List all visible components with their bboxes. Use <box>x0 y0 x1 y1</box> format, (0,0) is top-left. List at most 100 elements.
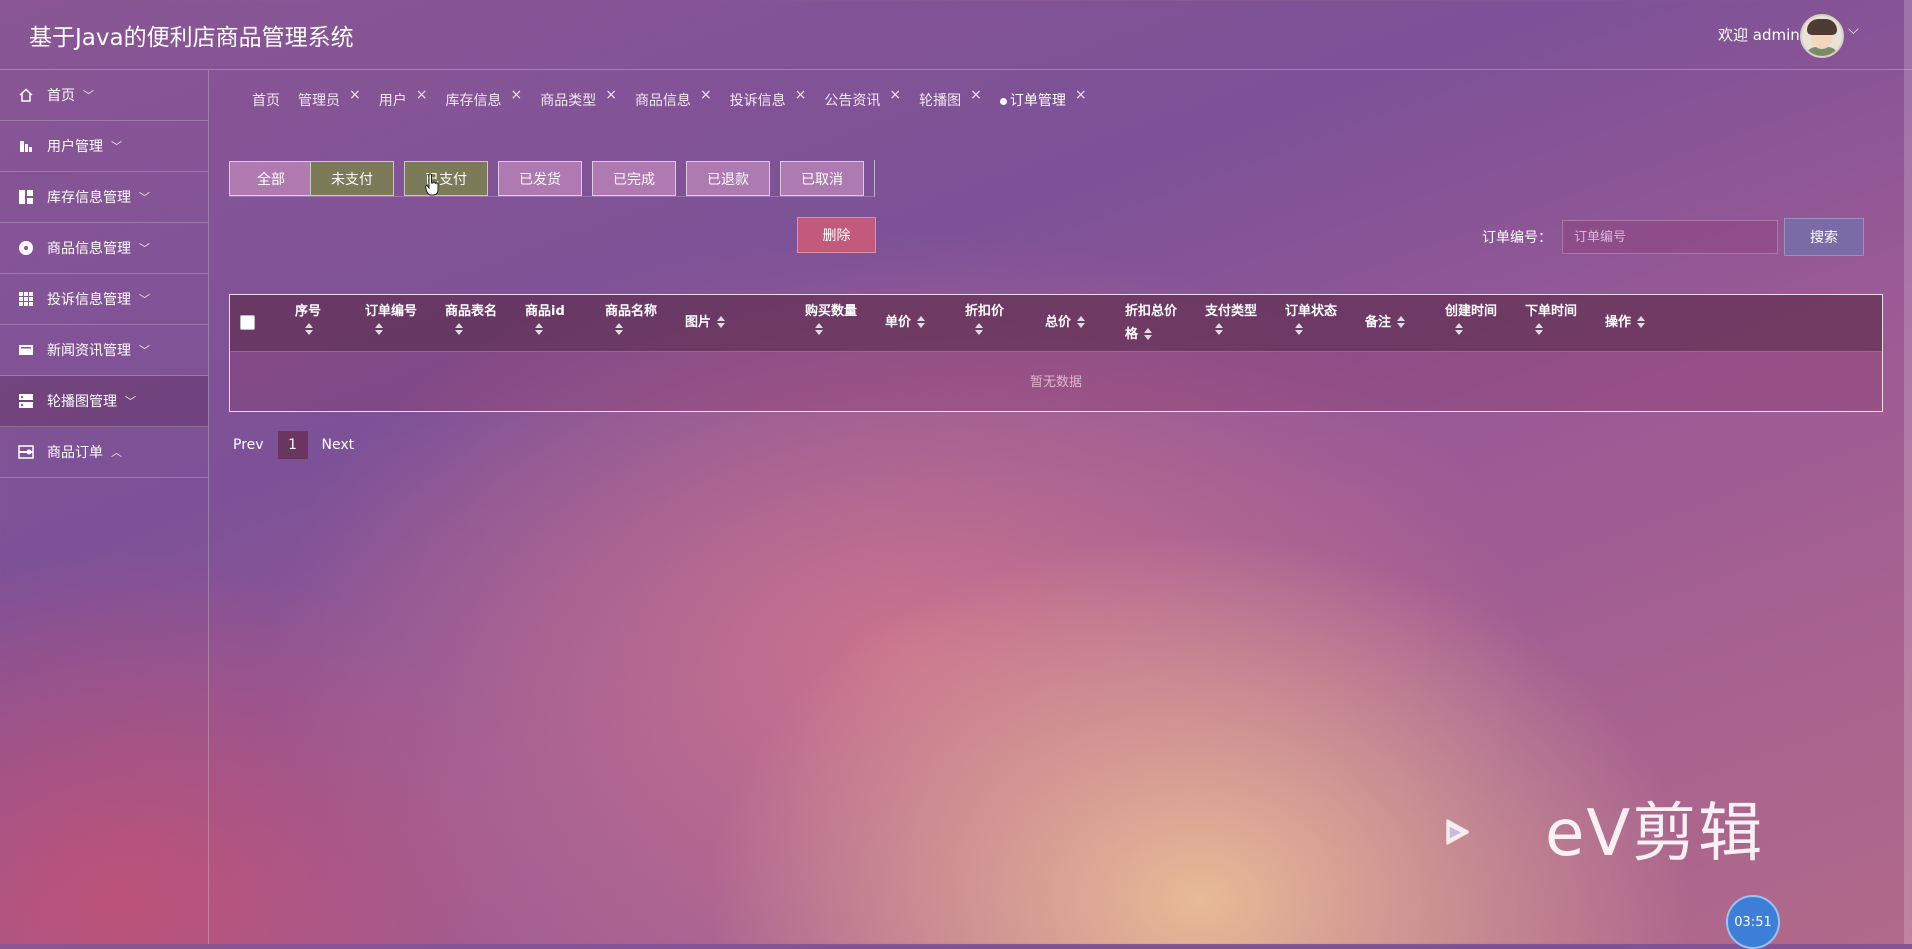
filter-cancelled-button[interactable]: 已取消 <box>780 161 864 196</box>
tab-product-types[interactable]: 商品类型 × <box>540 88 617 110</box>
app-title: 基于Java的便利店商品管理系统 <box>29 25 354 51</box>
sort-icon <box>375 323 383 336</box>
filter-all-button[interactable]: 全部 <box>229 161 313 196</box>
close-icon[interactable]: × <box>349 88 361 102</box>
column-header-order-time[interactable]: 下单时间 <box>1525 300 1577 336</box>
chevron-down-icon[interactable]: ⌵ <box>1848 22 1859 38</box>
sidebar-item-label: 用户管理 <box>47 139 103 155</box>
table-header: 序号 订单编号 商品表名 商品id 商品名称 图片 购买数量 单价 折扣价 总价… <box>230 295 1882 352</box>
next-page-button[interactable]: Next <box>322 437 355 453</box>
delete-button[interactable]: 删除 <box>797 217 876 253</box>
sidebar-item-inventory[interactable]: 库存信息管理 ﹀ <box>0 172 208 223</box>
column-header-total-price[interactable]: 总价 <box>1045 311 1086 334</box>
sort-icon <box>305 323 313 336</box>
column-header-payment-type[interactable]: 支付类型 <box>1205 300 1257 336</box>
column-header-remarks[interactable]: 备注 <box>1365 311 1406 334</box>
chevron-up-icon: ︿ <box>111 446 122 459</box>
chevron-down-icon: ﹀ <box>139 191 150 204</box>
column-header-actions[interactable]: 操作 <box>1605 311 1646 334</box>
tab-announcements[interactable]: 公告资讯 × <box>824 88 901 110</box>
orders-table: 序号 订单编号 商品表名 商品id 商品名称 图片 购买数量 单价 折扣价 总价… <box>229 294 1883 412</box>
top-header: 基于Java的便利店商品管理系统 欢迎 admin ⌵ <box>0 0 1912 70</box>
order-number-input[interactable] <box>1562 220 1778 254</box>
prev-page-button[interactable]: Prev <box>233 437 264 453</box>
close-icon[interactable]: × <box>889 88 901 102</box>
close-icon[interactable]: × <box>795 88 807 102</box>
close-icon[interactable]: × <box>970 88 982 102</box>
column-header-unit-price[interactable]: 单价 <box>885 311 926 334</box>
sort-icon <box>1535 323 1543 336</box>
sort-icon <box>455 323 463 336</box>
close-icon[interactable]: × <box>510 88 522 102</box>
filter-completed-button[interactable]: 已完成 <box>592 161 676 196</box>
column-header-order-number[interactable]: 订单编号 <box>365 300 417 336</box>
tab-complaints[interactable]: 投诉信息 × <box>730 88 807 110</box>
filter-shipped-button[interactable]: 已发货 <box>498 161 582 196</box>
search-button[interactable]: 搜索 <box>1784 218 1864 256</box>
filter-paid-button[interactable]: 已支付 <box>404 161 488 196</box>
sort-icon <box>1397 316 1406 329</box>
close-icon[interactable]: × <box>605 88 617 102</box>
sidebar-item-home[interactable]: 首页 ﹀ <box>0 70 208 121</box>
chevron-down-icon: ﹀ <box>111 140 122 153</box>
news-icon <box>17 341 35 359</box>
sidebar-item-label: 新闻资讯管理 <box>47 343 131 359</box>
sidebar-item-complaints[interactable]: 投诉信息管理 ﹀ <box>0 274 208 325</box>
chevron-down-icon: ﹀ <box>139 293 150 306</box>
column-header-order-status[interactable]: 订单状态 <box>1285 300 1337 336</box>
sidebar-item-orders[interactable]: 商品订单 ︿ <box>0 427 208 478</box>
column-header-quantity[interactable]: 购买数量 <box>805 300 857 336</box>
tab-label: 库存信息 <box>445 93 502 109</box>
sidebar-item-label: 库存信息管理 <box>47 190 131 206</box>
tab-label: 投诉信息 <box>729 93 786 109</box>
users-chart-icon <box>17 137 35 155</box>
search-label: 订单编号： <box>1482 230 1552 246</box>
tab-orders[interactable]: 订单管理 × <box>999 88 1087 110</box>
tab-label: 商品类型 <box>540 93 597 109</box>
sidebar-item-label: 轮播图管理 <box>47 394 117 410</box>
close-icon[interactable]: × <box>1075 88 1087 102</box>
tab-label: 用户 <box>378 93 407 109</box>
pagination: Prev 1 Next <box>233 431 354 459</box>
sort-icon <box>1295 323 1303 336</box>
sidebar-item-news[interactable]: 新闻资讯管理 ﹀ <box>0 325 208 376</box>
chevron-down-icon: ﹀ <box>83 89 94 102</box>
column-header-product-name[interactable]: 商品名称 <box>605 300 657 336</box>
tab-inventory[interactable]: 库存信息 × <box>445 88 522 110</box>
circle-dot-icon <box>17 239 35 257</box>
tab-label: 轮播图 <box>919 93 962 109</box>
tab-home[interactable]: 首页 <box>252 88 280 110</box>
close-icon[interactable]: × <box>700 88 712 102</box>
page-number-button[interactable]: 1 <box>277 431 308 459</box>
sort-icon <box>1144 328 1153 341</box>
column-header-product-id[interactable]: 商品id <box>525 300 565 336</box>
tab-admin[interactable]: 管理员 × <box>298 88 361 110</box>
tab-bar: 首页 管理员 × 用户 × 库存信息 × 商品类型 × 商品信息 × 投诉信息 … <box>252 88 1105 110</box>
tab-products[interactable]: 商品信息 × <box>635 88 712 110</box>
column-header-discount-price[interactable]: 折扣价 <box>965 300 1004 336</box>
column-header-image[interactable]: 图片 <box>685 311 726 334</box>
filter-unpaid-button[interactable]: 未支付 <box>310 161 394 196</box>
column-header-created-time[interactable]: 创建时间 <box>1445 300 1497 336</box>
column-header-discount-total[interactable]: 折扣总价格 <box>1125 300 1177 346</box>
column-header-table-name[interactable]: 商品表名 <box>445 300 497 336</box>
sidebar-item-products[interactable]: 商品信息管理 ﹀ <box>0 223 208 274</box>
sidebar-item-label: 投诉信息管理 <box>47 292 131 308</box>
watermark-text: eV剪辑 <box>1545 797 1765 871</box>
close-icon[interactable]: × <box>416 88 428 102</box>
tab-users[interactable]: 用户 × <box>379 88 428 110</box>
sort-icon <box>1215 323 1223 336</box>
avatar[interactable] <box>1800 14 1844 58</box>
apps-grid-icon <box>17 290 35 308</box>
chevron-down-icon: ﹀ <box>139 344 150 357</box>
sidebar-item-carousel[interactable]: 轮播图管理 ﹀ <box>0 376 208 427</box>
active-dot-icon <box>999 97 1007 105</box>
status-filter-group: 全部 未支付 已支付 已发货 已完成 已退款 已取消 <box>229 160 875 197</box>
select-all-checkbox[interactable] <box>240 315 255 330</box>
sidebar-item-users[interactable]: 用户管理 ﹀ <box>0 121 208 172</box>
sort-icon <box>1637 316 1646 329</box>
vertical-scrollbar[interactable] <box>1904 0 1912 944</box>
column-header-index[interactable]: 序号 <box>295 300 321 336</box>
filter-refunded-button[interactable]: 已退款 <box>686 161 770 196</box>
tab-carousel[interactable]: 轮播图 × <box>919 88 982 110</box>
